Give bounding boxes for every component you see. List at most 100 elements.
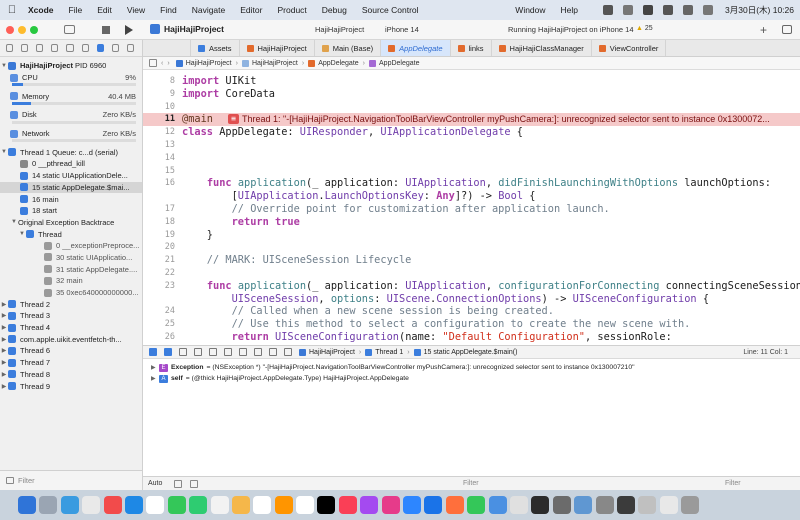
project-navigator-icon[interactable] bbox=[6, 44, 14, 52]
code-line[interactable]: 17 // Override point for customization a… bbox=[143, 203, 800, 216]
variable-row[interactable]: ▶ E Exception = (NSException *) "-[HajiHaji… bbox=[143, 362, 800, 373]
disclosure-icon[interactable]: ▶ bbox=[151, 375, 159, 382]
jumpbar-project[interactable]: HajiHajiProject bbox=[186, 60, 232, 67]
menu-find[interactable]: Find bbox=[160, 5, 177, 15]
minimize-window-button[interactable] bbox=[18, 26, 26, 34]
gauge-cpu-row[interactable]: CPU 9% bbox=[0, 72, 142, 84]
dock-app-icon[interactable] bbox=[360, 496, 379, 514]
menu-debug[interactable]: Debug bbox=[322, 5, 347, 15]
dock-app-icon[interactable] bbox=[681, 496, 700, 514]
menu-edit[interactable]: Edit bbox=[97, 5, 112, 15]
source-editor[interactable]: 8 import UIKit 9 import CoreData 10 11 @main ≡ T… bbox=[143, 70, 800, 345]
bluetooth-icon[interactable] bbox=[623, 5, 634, 15]
backtrace-thread-row[interactable]: ▼ Thread bbox=[0, 228, 142, 240]
code-line[interactable]: 9 import CoreData bbox=[143, 88, 800, 101]
disclosure-icon[interactable]: ▶ bbox=[0, 324, 8, 331]
disclosure-icon[interactable]: ▶ bbox=[0, 383, 8, 390]
dock-app-icon[interactable] bbox=[39, 496, 58, 514]
console-filter-field[interactable]: Filter bbox=[725, 480, 741, 487]
code-line[interactable]: 23 func application(_ application: UIApp… bbox=[143, 280, 800, 293]
backtrace-frame-row[interactable]: 30 static UIApplicatio... bbox=[0, 252, 142, 264]
menu-view[interactable]: View bbox=[127, 5, 145, 15]
disclosure-icon[interactable]: ▶ bbox=[0, 359, 8, 366]
debug-navigator-icon[interactable] bbox=[96, 44, 104, 52]
disclosure-icon[interactable]: ▶ bbox=[151, 364, 159, 371]
dock-app-icon[interactable] bbox=[317, 496, 336, 514]
battery-icon[interactable] bbox=[643, 5, 654, 15]
gauge-network-row[interactable]: Network Zero KB/s bbox=[0, 128, 142, 140]
variable-row[interactable]: ▶ Aself = (@thick HajiHajiProject.AppDeleg… bbox=[143, 373, 800, 384]
code-line[interactable]: 24 // Called when a new scene session is… bbox=[143, 305, 800, 318]
stack-frame-row[interactable]: 18 start bbox=[0, 205, 142, 217]
apple-menu-icon[interactable]:  bbox=[6, 4, 18, 16]
debug-crumb-frame[interactable]: 15 static AppDelegate.$main() bbox=[424, 349, 518, 356]
control-center-icon[interactable] bbox=[703, 5, 714, 15]
thread-row[interactable]: ▶ Thread 7 bbox=[0, 357, 142, 369]
gauge-disk-row[interactable]: Disk Zero KB/s bbox=[0, 109, 142, 121]
dock-app-icon[interactable] bbox=[403, 496, 422, 514]
dock-app-icon[interactable] bbox=[18, 496, 36, 514]
editor-tab[interactable]: HajiHajiClassManager bbox=[492, 40, 592, 56]
report-navigator-icon[interactable] bbox=[126, 44, 134, 52]
step-over-icon[interactable] bbox=[194, 348, 202, 356]
scheme-selector[interactable]: HajiHajiProject bbox=[315, 25, 364, 34]
code-line[interactable]: 8 import UIKit bbox=[143, 75, 800, 88]
dock-app-icon[interactable] bbox=[103, 496, 122, 514]
stop-button[interactable] bbox=[102, 26, 110, 34]
forward-icon[interactable]: › bbox=[167, 60, 169, 67]
search-icon[interactable] bbox=[683, 5, 694, 15]
code-line[interactable]: 12 class AppDelegate: UIResponder, UIAppl… bbox=[143, 126, 800, 139]
thread-row[interactable]: ▶ Thread 9 bbox=[0, 380, 142, 392]
backtrace-frame-row[interactable]: 0 __exceptionPreproce... bbox=[0, 240, 142, 252]
editor-tab[interactable]: ViewController bbox=[592, 40, 667, 56]
code-line[interactable]: [UIApplication.LaunchOptionsKey: Any]?) … bbox=[143, 190, 800, 203]
dock-app-icon[interactable] bbox=[274, 496, 293, 514]
error-badge-icon[interactable]: ≡ bbox=[228, 114, 239, 125]
dock-app-icon[interactable] bbox=[253, 496, 272, 514]
disclosure-icon[interactable]: ▶ bbox=[0, 371, 8, 378]
info-icon[interactable] bbox=[190, 479, 199, 488]
menu-file[interactable]: File bbox=[69, 5, 83, 15]
disclosure-icon[interactable]: ▼ bbox=[10, 219, 18, 225]
related-items-icon[interactable] bbox=[149, 59, 157, 67]
thread-1-row[interactable]: ▼ Thread 1 Queue: c...d (serial) bbox=[0, 146, 142, 158]
hide-debug-area-icon[interactable] bbox=[149, 348, 157, 356]
gauge-memory-row[interactable]: Memory 40.4 MB bbox=[0, 90, 142, 102]
editor-tab[interactable]: Assets bbox=[191, 40, 240, 56]
debug-crumb-project[interactable]: HajiHajiProject bbox=[309, 349, 355, 356]
test-navigator-icon[interactable] bbox=[81, 44, 89, 52]
code-line[interactable]: 19 } bbox=[143, 229, 800, 242]
symbol-navigator-icon[interactable] bbox=[36, 44, 44, 52]
disclosure-icon[interactable]: ▶ bbox=[0, 336, 8, 343]
code-line[interactable]: 20 bbox=[143, 241, 800, 254]
close-window-button[interactable] bbox=[6, 26, 14, 34]
view-hierarchy-icon[interactable] bbox=[239, 348, 247, 356]
menu-product[interactable]: Product bbox=[277, 5, 306, 15]
backtrace-frame-row[interactable]: 35 0xec640000000000... bbox=[0, 287, 142, 299]
backtrace-frame-row[interactable]: 31 static AppDelegate.... bbox=[0, 263, 142, 275]
dock-app-icon[interactable] bbox=[124, 496, 143, 514]
thread-row[interactable]: ▶ Thread 3 bbox=[0, 310, 142, 322]
wifi-icon[interactable] bbox=[663, 5, 674, 15]
dock-app-icon[interactable] bbox=[424, 496, 443, 514]
find-navigator-icon[interactable] bbox=[51, 44, 59, 52]
step-out-icon[interactable] bbox=[224, 348, 232, 356]
menu-clock[interactable]: 3月30日(木) 10:26 bbox=[725, 4, 794, 16]
dock-app-icon[interactable] bbox=[189, 496, 208, 514]
variables-filter-field[interactable]: Filter bbox=[463, 480, 479, 487]
editor-tab[interactable]: HajiHajiProject bbox=[240, 40, 315, 56]
disclosure-icon[interactable]: ▼ bbox=[18, 231, 26, 237]
continue-icon[interactable] bbox=[179, 348, 187, 356]
jumpbar-group[interactable]: HajiHajiProject bbox=[252, 60, 298, 67]
dock-app-icon[interactable] bbox=[616, 496, 635, 514]
backtrace-row[interactable]: ▼ Original Exception Backtrace bbox=[0, 217, 142, 229]
run-button[interactable] bbox=[125, 25, 133, 35]
add-icon[interactable]: + bbox=[760, 23, 767, 37]
eye-icon[interactable] bbox=[174, 479, 183, 488]
disclosure-icon[interactable]: ▼ bbox=[0, 63, 8, 69]
disclosure-icon[interactable]: ▶ bbox=[0, 301, 8, 308]
disclosure-icon[interactable]: ▶ bbox=[0, 347, 8, 354]
step-into-icon[interactable] bbox=[209, 348, 217, 356]
dock-app-icon[interactable] bbox=[638, 496, 657, 514]
menu-help[interactable]: Help bbox=[561, 5, 578, 15]
